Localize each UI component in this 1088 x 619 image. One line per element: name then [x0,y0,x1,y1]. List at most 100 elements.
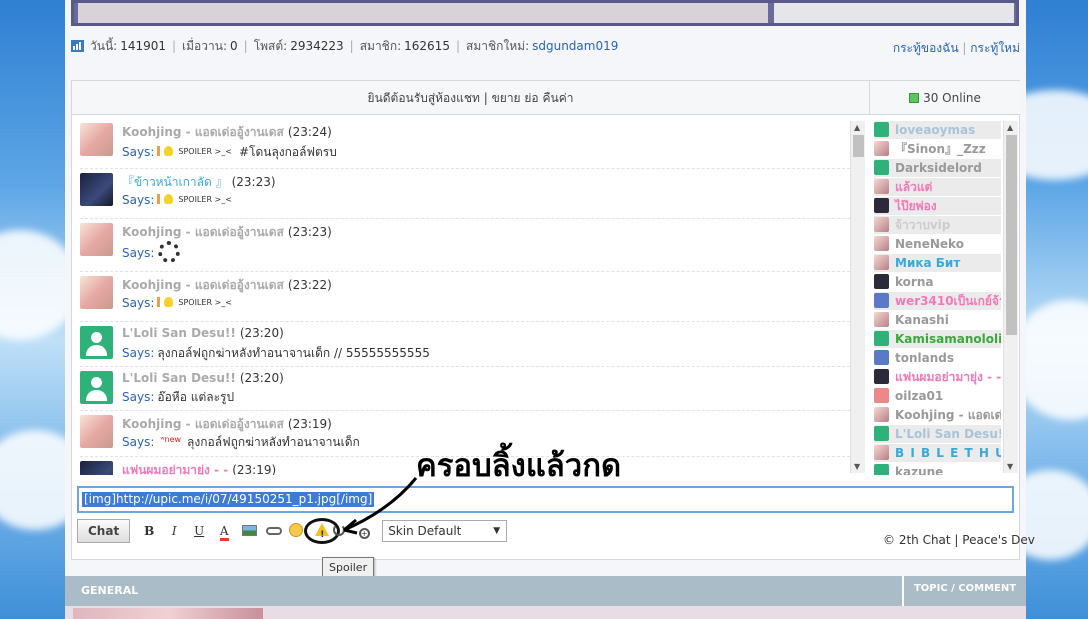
spoiler-box[interactable]: SPOILER >_< [157,146,236,156]
category-bar: GENERAL TOPIC / COMMENT [65,576,1026,606]
message-author[interactable]: L'Loli San Desu!! [122,371,236,385]
new-badge: ʷnew [160,435,182,444]
bulb-icon [164,146,174,156]
stats-icon [71,40,84,52]
scroll-thumb[interactable] [853,135,864,157]
message-list[interactable]: Koohjing - แอดเด่ออู้งานเดส (23:24) Says:… [72,119,867,475]
user-avatar [874,160,889,175]
dropdown-caret-icon: ▼ [493,526,501,536]
scroll-down-arrow-icon[interactable]: ▼ [1007,462,1013,471]
user-item[interactable]: Kamisamanololicon [874,330,1001,348]
chat-header[interactable]: ยินดีต้อนรับสู่ห้องแชท | ขยาย ย่อ คืนค่า [72,81,869,115]
avatar[interactable] [80,326,113,359]
user-item[interactable]: ไป๊ยพ่อง [874,197,1001,215]
my-threads-link[interactable]: กระทู้ของฉัน [893,41,959,55]
chat-credit: © 2th Chat | Peace's Dev [883,533,1035,547]
user-avatar [874,274,889,289]
forum-stats-bar: วันนี้: 141901 | เมื่อวาน: 0 | โพสต์: 29342… [71,36,1026,56]
user-avatar [874,407,889,422]
message-scrollbar[interactable]: ▲ ▼ [850,121,865,473]
user-avatar [874,464,889,475]
online-dot-icon [909,93,920,103]
message-author[interactable]: Koohjing - แอดเด่ออู้งานเดส [122,417,284,431]
message-author[interactable]: Koohjing - แอดเด่ออู้งานเดส [122,278,284,292]
user-avatar [874,236,889,251]
user-item[interactable]: Darksidelord [874,159,1001,177]
user-item[interactable]: tonlands [874,349,1001,367]
message-author[interactable]: Koohjing - แอดเด่ออู้งานเดส [122,125,284,139]
user-item[interactable]: B I B L E T H U M P [874,444,1001,462]
avatar[interactable] [80,461,113,475]
user-item[interactable]: Kanashi [874,311,1001,329]
user-item[interactable]: Koohjing - แอดเด่ออู้งานเดส [874,406,1001,424]
avatar[interactable] [80,276,113,309]
message-author[interactable]: L'Loli San Desu!! [122,326,236,340]
user-avatar [874,198,889,213]
message-author[interactable]: แฟนผมอย่ามายุ่ง - - [122,463,228,475]
user-avatar [874,388,889,403]
chat-send-button[interactable]: Chat [77,519,131,543]
user-item[interactable]: loveaoymas [874,121,1001,139]
chat-message: L'Loli San Desu!! (23:20) Says: ลุงกอล์ฟถู… [80,322,850,367]
avatar[interactable] [80,223,113,256]
font-color-icon[interactable]: A [213,520,235,542]
image-icon[interactable] [238,520,260,542]
spoiler-box[interactable]: SPOILER >_< [157,194,236,204]
loading-image-icon [158,241,181,263]
user-item[interactable]: korna [874,273,1001,291]
scroll-down-arrow-icon[interactable]: ▼ [854,462,860,471]
scroll-up-arrow-icon[interactable]: ▲ [1007,123,1013,132]
user-avatar [874,312,889,327]
footer-strip [65,606,1026,619]
user-avatar [874,122,889,137]
underline-icon[interactable]: U [188,520,210,542]
annotation-arrow [343,477,418,535]
scroll-up-arrow-icon[interactable]: ▲ [854,123,860,132]
user-item[interactable]: wer3410เป็นเกย์จ้า [874,292,1001,310]
general-category[interactable]: GENERAL [81,584,138,597]
message-author[interactable]: 『ข้าวหน้าเกาลัด 』 [122,175,228,189]
user-item[interactable]: kazune [874,463,1001,475]
message-author[interactable]: Koohjing - แอดเด่ออู้งานเดส [122,225,284,239]
italic-icon[interactable]: I [163,520,185,542]
avatar[interactable] [80,123,113,156]
user-avatar [874,426,889,441]
user-item[interactable]: L'Loli San Desu!! [874,425,1001,443]
user-item[interactable]: NeneNeko [874,235,1001,253]
spoiler-box[interactable]: SPOILER >_< [157,297,236,307]
new-threads-link[interactable]: กระทู้ใหม่ [970,41,1020,55]
user-avatar [874,369,889,384]
avatar[interactable] [80,173,113,206]
chat-message: Koohjing - แอดเด่ออู้งานเดส (23:23) Says: [80,219,850,272]
topic-comment-header: TOPIC / COMMENT [902,576,1026,606]
online-count: 30 Online [869,81,1020,115]
avatar[interactable] [80,415,113,448]
user-avatar [874,141,889,156]
top-banner [71,0,1019,26]
scroll-thumb[interactable] [1006,135,1017,335]
chat-input[interactable]: [img]http://upic.me/i/07/49150251_p1.jpg… [77,486,1014,513]
user-avatar [874,350,889,365]
avatar[interactable] [80,371,113,404]
page-container: วันนี้: 141901 | เมื่อวาน: 0 | โพสต์: 29342… [65,0,1035,619]
user-avatar [874,179,889,194]
bulb-icon [164,194,174,204]
user-item[interactable]: 『Sinon』_Zzz [874,140,1001,158]
emoji-icon[interactable] [288,520,304,542]
footer-image [73,608,263,619]
user-item[interactable]: จ้าวาบvip [874,216,1001,234]
link-icon[interactable] [263,520,285,542]
user-list-scrollbar[interactable]: ▲ ▼ [1003,121,1018,473]
online-user-list[interactable]: loveaoymas 『Sinon』_Zzz Darksidelord แล้ว… [872,119,1003,475]
chat-message: L'Loli San Desu!! (23:20) Says: อ๊อหือ แต่… [80,367,850,411]
newest-member-link[interactable]: sdgundam019 [532,39,618,53]
user-avatar [874,445,889,460]
user-item[interactable]: แฟนผมอย่ามายุ่ง - - [874,368,1001,386]
user-item[interactable]: Мика Бит [874,254,1001,272]
user-item[interactable]: แล้วแต่ [874,178,1001,196]
bold-icon[interactable]: B [138,520,160,542]
annotation-text: ครอบลิ้งแล้วกด [416,448,622,484]
user-avatar [874,293,889,308]
spoiler-tooltip: Spoiler [322,557,375,578]
user-item[interactable]: oilza01 [874,387,1001,405]
